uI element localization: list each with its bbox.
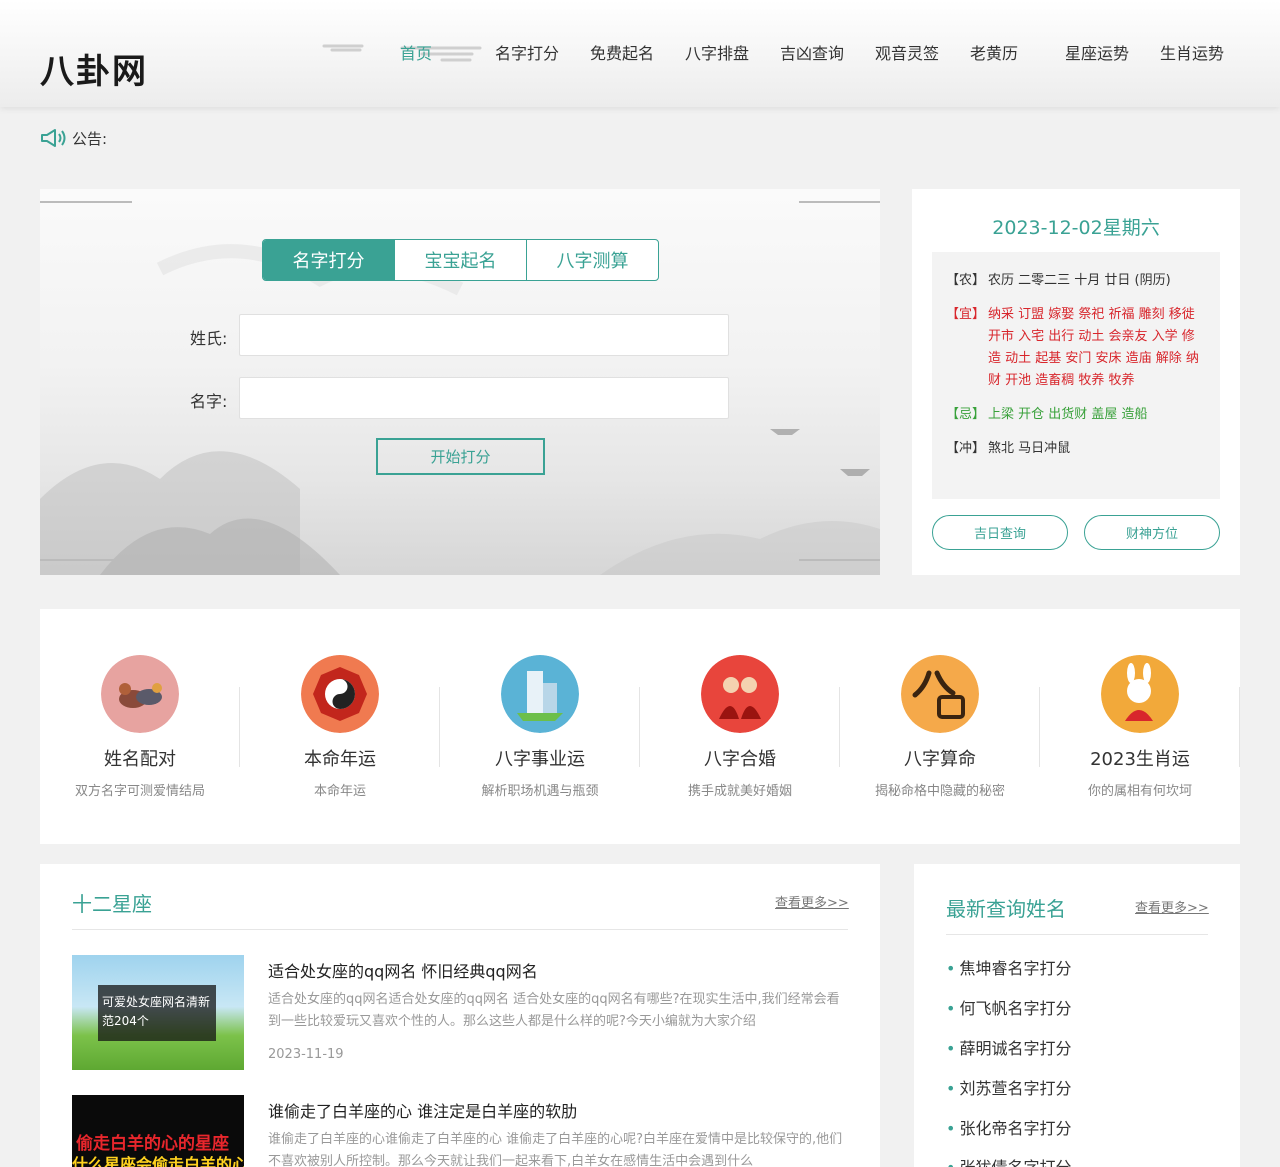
feature-birth-year[interactable]: 本命年运 本命年运 <box>240 609 440 844</box>
avoid-row: 【忌】 上梁 开仓 出货财 盖屋 造船 <box>946 407 1148 422</box>
divider <box>1239 687 1240 767</box>
section-title: 十二星座 <box>72 892 152 916</box>
list-item[interactable]: • 薛明诚名字打分 <box>946 1035 1071 1059</box>
feature-bazi-fortune[interactable]: 八字算命 揭秘命格中隐藏的秘密 <box>840 609 1040 844</box>
article-summary: 适合处女座的qq网名适合处女座的qq网名 适合处女座的qq网名有哪些?在现实生活… <box>268 992 840 1029</box>
corner-line <box>40 559 132 561</box>
list-item[interactable]: •张犹倩名字打分 <box>946 1154 1071 1167</box>
corner-line <box>799 201 880 203</box>
start-score-button[interactable]: 开始打分 <box>376 438 545 475</box>
feature-name-match[interactable]: 姓名配对 双方名字可测爱情结局 <box>40 609 240 844</box>
main-nav: 首页 名字打分 免费起名 八字排盘 吉凶查询 观音灵签 老黄历 星座运势 生肖运… <box>0 40 1280 63</box>
office-building-icon <box>501 655 579 733</box>
nav-name-score[interactable]: 名字打分 <box>495 40 559 64</box>
nav-free-naming[interactable]: 免费起名 <box>590 40 654 64</box>
thumbnail-caption: 可爱处女座网名清新范204个 <box>98 985 216 1041</box>
wedding-couple-icon <box>701 655 779 733</box>
bagua-icon <box>301 655 379 733</box>
mandarin-ducks-icon <box>101 655 179 733</box>
given-name-label: 名字: <box>190 392 228 411</box>
thumbnail-caption: 什么星座会偷走白羊的心 <box>72 1155 244 1167</box>
zodiac-more-link[interactable]: 查看更多>> <box>775 892 849 911</box>
section-divider <box>946 934 1208 935</box>
feature-bazi-marriage[interactable]: 八字合婚 携手成就美好婚姻 <box>640 609 840 844</box>
list-item[interactable]: • 张化帝名字打分 <box>946 1115 1071 1139</box>
corner-line <box>40 201 132 203</box>
wealth-direction-button[interactable]: 财神方位 <box>1084 515 1220 550</box>
section-divider <box>72 929 848 930</box>
list-item[interactable]: • 刘苏萱名字打分 <box>946 1075 1071 1099</box>
article-title[interactable]: 适合处女座的qq网名 怀旧经典qq网名 <box>268 958 538 982</box>
lunar-row: 【农】 农历 二零二三 十月 廿日 (阴历) <box>946 273 1171 288</box>
surname-label: 姓氏: <box>190 329 228 348</box>
article-date: 2023-11-19 <box>268 1047 344 1062</box>
given-name-input[interactable] <box>239 377 729 419</box>
auspicious-day-button[interactable]: 吉日查询 <box>932 515 1068 550</box>
nav-almanac[interactable]: 老黄历 <box>970 40 1018 64</box>
tab-name-score[interactable]: 名字打分 <box>263 240 395 280</box>
section-title: 最新查询姓名 <box>946 897 1066 921</box>
notice-bar: 公告: <box>40 128 107 148</box>
nav-fortune-query[interactable]: 吉凶查询 <box>780 40 844 64</box>
article-summary: 谁偷走了白羊座的心谁偷走了白羊座的心 谁偷走了白羊座的心呢?白羊座在爱情中是比较… <box>268 1132 843 1167</box>
zodiac-section: 十二星座 查看更多>> 可爱处女座网名清新范204个 适合处女座的qq网名 怀旧… <box>40 864 880 1167</box>
feature-zodiac-2023[interactable]: 2023生肖运 你的属相有何坎坷 <box>1040 609 1240 844</box>
nav-home[interactable]: 首页 <box>400 40 432 64</box>
feature-grid: 姓名配对 双方名字可测爱情结局 本命年运 本命年运 八字事业运 解析职场机遇与瓶… <box>40 609 1240 844</box>
latest-names-section: 最新查询姓名 查看更多>> • 焦坤睿名字打分 • 何飞帆名字打分 • 薛明诚名字打分… <box>914 864 1240 1167</box>
article-thumbnail[interactable]: 偷走白羊的心的星座 什么星座会偷走白羊的心 <box>72 1095 244 1167</box>
notice-label: 公告: <box>72 129 108 148</box>
clash-row: 【冲】 煞北 马日冲鼠 <box>946 441 1071 456</box>
almanac-panel: 2023-12-02星期六 【农】 农历 二零二三 十月 廿日 (阴历) 【宜】… <box>912 189 1240 575</box>
list-item[interactable]: • 焦坤睿名字打分 <box>946 955 1071 979</box>
search-tabs: 名字打分 宝宝起名 八字测算 <box>262 239 659 281</box>
names-more-link[interactable]: 查看更多>> <box>1135 897 1209 916</box>
site-header: 八卦网 首页 名字打分 免费起名 八字排盘 吉凶查询 观音灵签 老黄历 星座运势… <box>0 0 1280 107</box>
surname-input[interactable] <box>239 314 729 356</box>
rabbit-zodiac-icon <box>1101 655 1179 733</box>
megaphone-icon <box>41 129 66 147</box>
tab-bazi-calc[interactable]: 八字测算 <box>527 240 658 280</box>
suitable-row: 【宜】 纳采 订盟 嫁娶 祭祀 祈福 雕刻 移徙 开市 入宅 出行 动土 会亲友… <box>946 307 1199 388</box>
today-date: 2023-12-02星期六 <box>992 217 1160 239</box>
nav-guanyin-lots[interactable]: 观音灵签 <box>875 40 939 64</box>
list-item[interactable]: • 何飞帆名字打分 <box>946 995 1071 1019</box>
corner-line <box>799 559 880 561</box>
article-thumbnail[interactable]: 可爱处女座网名清新范204个 <box>72 955 244 1070</box>
tab-baby-naming[interactable]: 宝宝起名 <box>395 240 527 280</box>
feature-bazi-career[interactable]: 八字事业运 解析职场机遇与瓶颈 <box>440 609 640 844</box>
nav-zodiac-fortune[interactable]: 生肖运势 <box>1160 40 1224 64</box>
nav-bazi-chart[interactable]: 八字排盘 <box>685 40 749 64</box>
article-title[interactable]: 谁偷走了白羊座的心 谁注定是白羊座的软肋 <box>268 1098 577 1122</box>
almanac-box: 【农】 农历 二零二三 十月 廿日 (阴历) 【宜】 纳采 订盟 嫁娶 祭祀 祈… <box>932 252 1220 499</box>
name-score-panel: 名字打分 宝宝起名 八字测算 姓氏: 名字: 开始打分 <box>40 189 880 575</box>
nav-horoscope[interactable]: 星座运势 <box>1065 40 1129 64</box>
bazi-character-icon <box>901 655 979 733</box>
